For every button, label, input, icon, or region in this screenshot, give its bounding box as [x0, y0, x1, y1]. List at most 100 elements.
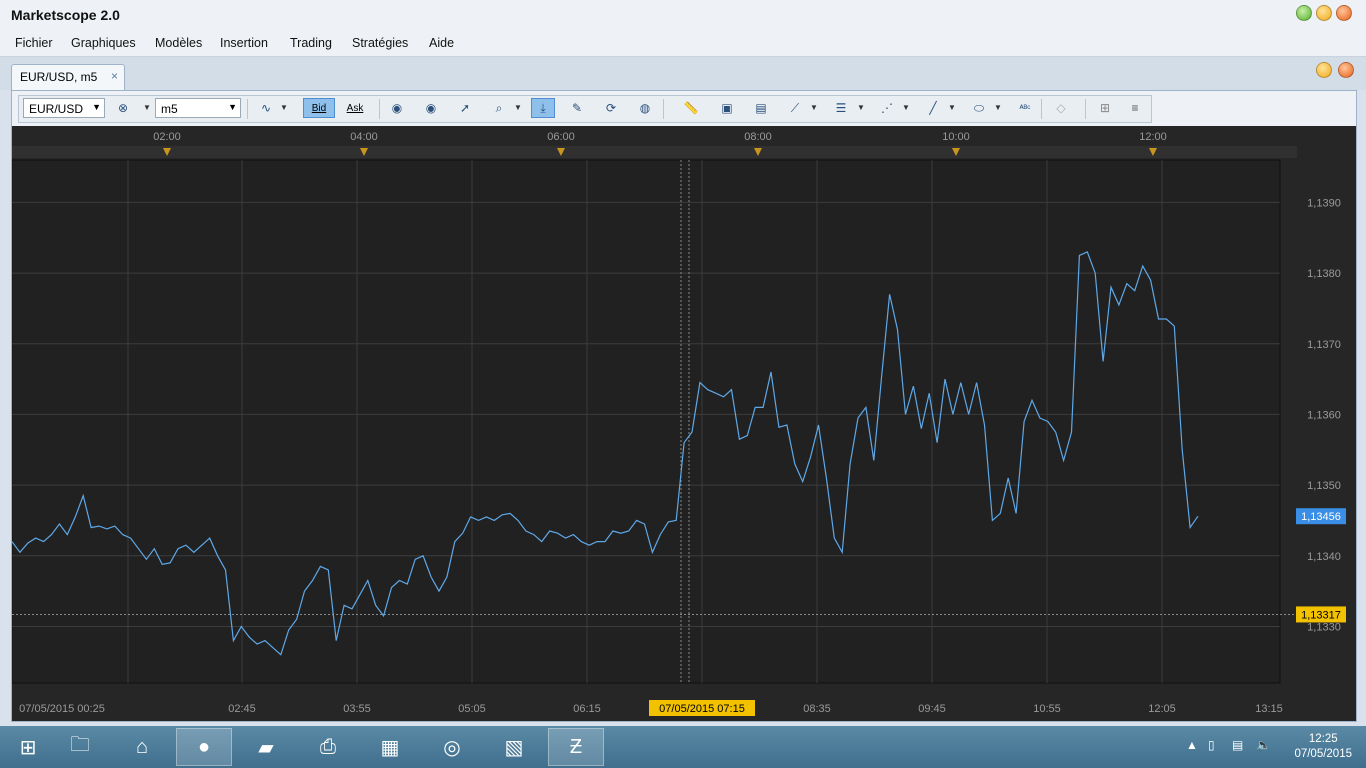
close-button[interactable]: [1336, 5, 1352, 21]
cursor-tool-icon[interactable]: ➚: [453, 98, 477, 118]
y-axis-tick-label: 1,1390: [1307, 197, 1341, 209]
chevron-down-icon: ▼: [92, 102, 101, 112]
y-axis-tick-label: 1,1350: [1307, 480, 1341, 492]
menu-aide[interactable]: Aide: [429, 36, 454, 50]
top-time-tick-label: 02:00: [153, 131, 181, 143]
tab-strip: EUR/USD, m5 ×: [0, 57, 1366, 91]
ellipse-tool-icon[interactable]: ⬭: [967, 98, 991, 118]
volume-icon[interactable]: 🔈: [1256, 738, 1271, 752]
maximize-button[interactable]: [1316, 5, 1332, 21]
top-time-tick-label: 06:00: [547, 131, 575, 143]
image-icon[interactable]: ▣: [715, 98, 739, 118]
photo-viewer-icon[interactable]: ▧: [486, 728, 542, 766]
chart-close-button[interactable]: [1338, 62, 1354, 78]
bottom-time-tick-label: 09:45: [918, 703, 946, 715]
sell-order-icon[interactable]: ◉: [419, 98, 443, 118]
chevron-down-icon[interactable]: ▼: [857, 103, 865, 112]
zoom-icon[interactable]: ⌕: [487, 98, 511, 118]
toolbar-overflow-icon[interactable]: ≡: [1123, 98, 1147, 118]
cursor-price-label: 1,13317: [1301, 609, 1341, 621]
chevron-down-icon[interactable]: ▼: [143, 103, 151, 112]
chevron-down-icon[interactable]: ▼: [948, 103, 956, 112]
menu-modeles[interactable]: Modèles: [155, 36, 202, 50]
timeframe-select[interactable]: m5 ▼: [155, 98, 241, 118]
close-tab-icon[interactable]: ×: [111, 69, 118, 83]
tab-eurusd-m5[interactable]: EUR/USD, m5 ×: [11, 64, 125, 91]
chart-type-icon[interactable]: ∿: [254, 98, 278, 118]
system-clock[interactable]: 12:25 07/05/2015: [1294, 732, 1352, 762]
trend-tool-icon[interactable]: ⟋: [783, 98, 807, 118]
chart-minimize-button[interactable]: [1316, 62, 1332, 78]
bottom-time-tick-label: 05:05: [458, 703, 486, 715]
plot-area: [12, 159, 1281, 684]
tab-label: EUR/USD, m5: [20, 70, 98, 84]
bid-button[interactable]: Bid: [303, 98, 335, 118]
bottom-time-tick-label: 06:15: [573, 703, 601, 715]
menu-insertion[interactable]: Insertion: [220, 36, 268, 50]
fan-tool-icon[interactable]: ⋰: [875, 98, 899, 118]
bottom-time-tick-label: 07/05/2015 00:25: [19, 703, 105, 715]
refresh-icon[interactable]: ⟳: [599, 98, 623, 118]
chevron-down-icon: ▼: [228, 102, 237, 112]
device-icon[interactable]: ▯: [1208, 738, 1215, 752]
chart-window-controls: [1316, 62, 1354, 78]
firefox-icon[interactable]: ●: [176, 728, 232, 766]
toolbar-separator: [247, 99, 248, 119]
calculator-icon[interactable]: ▦: [362, 728, 418, 766]
top-time-ruler: [12, 146, 1297, 158]
marketscope-icon[interactable]: Ƶ: [548, 728, 604, 766]
y-axis-tick-label: 1,1360: [1307, 409, 1341, 421]
bottom-time-tick-label: 03:55: [343, 703, 371, 715]
symbol-select[interactable]: EUR/USD ▼: [23, 98, 105, 118]
menu-fichier[interactable]: Fichier: [15, 36, 53, 50]
eraser-icon[interactable]: ◇: [1049, 98, 1073, 118]
horizontal-lines-icon[interactable]: ☰: [829, 98, 853, 118]
chrome-icon[interactable]: ◎: [424, 728, 480, 766]
chart-panel: EUR/USD ▼ ⊗ ▼ m5 ▼ ∿ ▼ Bid Ask ◉ ◉ ➚ ⌕ ▼…: [11, 90, 1357, 722]
ruler-icon[interactable]: 📏: [679, 98, 703, 118]
y-axis-tick-label: 1,1380: [1307, 268, 1341, 280]
buy-order-icon[interactable]: ◉: [385, 98, 409, 118]
hierarchy-icon[interactable]: ⊞: [1093, 98, 1117, 118]
timeframe-value: m5: [161, 102, 178, 116]
chart-toolbar: EUR/USD ▼ ⊗ ▼ m5 ▼ ∿ ▼ Bid Ask ◉ ◉ ➚ ⌕ ▼…: [18, 95, 1152, 123]
menu-strategies[interactable]: Stratégies: [352, 36, 408, 50]
show-hidden-icons-icon[interactable]: ▲: [1186, 738, 1198, 752]
bottom-time-tick-label: 08:35: [803, 703, 831, 715]
price-chart[interactable]: 02:00 04:00 06:00 08:00 10:00 12:001,13301,13…: [12, 126, 1356, 721]
title-bar: Marketscope 2.0: [0, 0, 1366, 30]
menu-graphiques[interactable]: Graphiques: [71, 36, 136, 50]
toolbar-separator: [379, 99, 380, 119]
symbol-value: EUR/USD: [29, 102, 84, 116]
indicator-icon[interactable]: ▤: [749, 98, 773, 118]
toolbar-separator: [663, 99, 664, 119]
notes-icon[interactable]: ▰: [238, 728, 294, 766]
text-tool-icon[interactable]: ᴬᴮᶜ: [1013, 98, 1037, 118]
menu-trading[interactable]: Trading: [290, 36, 332, 50]
chevron-down-icon[interactable]: ▼: [514, 103, 522, 112]
chart-properties-icon[interactable]: ✎: [565, 98, 589, 118]
home-icon[interactable]: ⌂: [114, 728, 170, 766]
file-explorer-icon[interactable]: 🗀: [52, 728, 108, 766]
globe-icon[interactable]: ◍: [633, 98, 657, 118]
current-price-label: 1,13456: [1301, 511, 1341, 523]
instrument-remove-icon[interactable]: ⊗: [111, 98, 135, 118]
top-time-tick-label: 10:00: [942, 131, 970, 143]
chevron-down-icon[interactable]: ▼: [902, 103, 910, 112]
line-tool-icon[interactable]: ╱: [921, 98, 945, 118]
top-time-tick-label: 04:00: [350, 131, 378, 143]
network-icon[interactable]: ▤: [1232, 738, 1243, 752]
start-icon[interactable]: ⊞: [0, 728, 56, 766]
minimize-button[interactable]: [1296, 5, 1312, 21]
bottom-time-tick-label: 02:45: [228, 703, 256, 715]
printer-icon[interactable]: ⎙: [300, 728, 356, 766]
bottom-time-tick-label: 13:15: [1255, 703, 1283, 715]
ask-button[interactable]: Ask: [339, 98, 371, 118]
clock-date: 07/05/2015: [1294, 748, 1352, 760]
y-axis-tick-label: 1,1370: [1307, 339, 1341, 351]
chevron-down-icon[interactable]: ▼: [810, 103, 818, 112]
scroll-to-end-icon[interactable]: ⤓: [531, 98, 555, 118]
chevron-down-icon[interactable]: ▼: [994, 103, 1002, 112]
bottom-time-tick-label: 12:05: [1148, 703, 1176, 715]
chevron-down-icon[interactable]: ▼: [280, 103, 288, 112]
